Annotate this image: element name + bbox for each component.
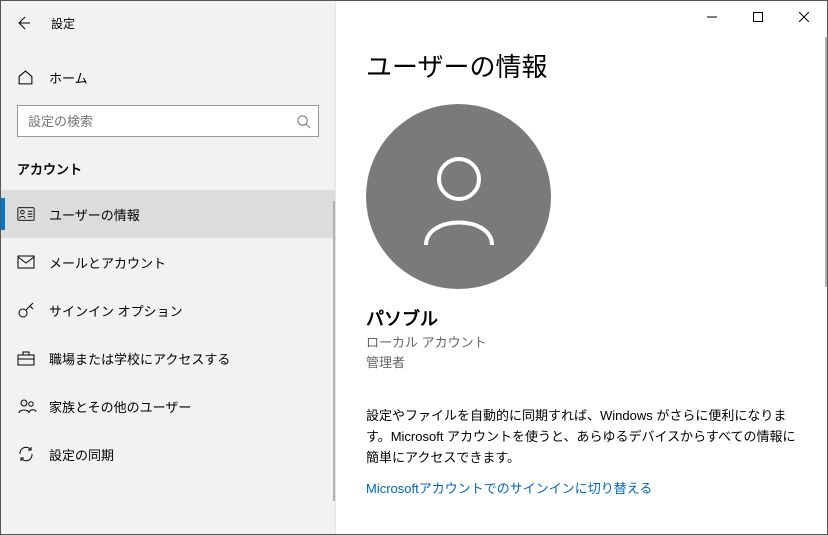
content-pane: ユーザーの情報 パソブル ローカル アカウント 管理者 設定やファイルを自動的に… — [336, 1, 827, 534]
people-icon — [17, 398, 41, 414]
search-container — [17, 105, 319, 137]
category-header: アカウント — [1, 137, 335, 190]
sidebar-item-signin-options[interactable]: サインイン オプション — [1, 286, 335, 334]
sidebar-item-family-users[interactable]: 家族とその他のユーザー — [1, 382, 335, 430]
mail-icon — [17, 255, 41, 269]
info-paragraph: 設定やファイルを自動的に同期すれば、Windows がさらに便利になります。Mi… — [366, 406, 797, 468]
back-button[interactable] — [1, 1, 45, 45]
titlebar: 設定 — [1, 1, 335, 45]
search-input[interactable] — [17, 105, 319, 137]
home-icon — [17, 69, 41, 86]
sidebar-item-label: メールとアカウント — [41, 253, 166, 272]
user-silhouette-icon — [414, 147, 504, 247]
key-icon — [17, 301, 41, 319]
sidebar-item-work-school[interactable]: 職場または学校にアクセスする — [1, 334, 335, 382]
sidebar-item-email-accounts[interactable]: メールとアカウント — [1, 238, 335, 286]
sidebar-item-label: ユーザーの情報 — [41, 205, 140, 224]
sidebar: 設定 ホーム アカウント ユーザーの情報 — [1, 1, 336, 534]
home-label: ホーム — [41, 68, 88, 87]
user-role: 管理者 — [366, 353, 797, 373]
window-title: 設定 — [45, 15, 75, 32]
sidebar-item-label: サインイン オプション — [41, 301, 183, 320]
user-name: パソブル — [366, 305, 797, 331]
switch-to-ms-account-link[interactable]: Microsoftアカウントでのサインインに切り替える — [366, 478, 652, 497]
sidebar-item-label: 家族とその他のユーザー — [41, 397, 191, 416]
user-card-icon — [17, 205, 41, 223]
sidebar-item-user-info[interactable]: ユーザーの情報 — [1, 190, 335, 238]
sidebar-item-label: 設定の同期 — [41, 445, 114, 464]
briefcase-icon — [17, 350, 41, 366]
sidebar-item-label: 職場または学校にアクセスする — [41, 349, 230, 368]
sync-icon — [17, 445, 41, 463]
content: ユーザーの情報 パソブル ローカル アカウント 管理者 設定やファイルを自動的に… — [336, 1, 827, 534]
sidebar-item-sync-settings[interactable]: 設定の同期 — [1, 430, 335, 478]
avatar — [366, 104, 551, 289]
scrollbar[interactable] — [825, 37, 827, 287]
back-arrow-icon — [15, 15, 31, 31]
home-button[interactable]: ホーム — [1, 57, 335, 97]
page-title: ユーザーの情報 — [366, 47, 797, 84]
scrollbar[interactable] — [333, 201, 335, 501]
user-account-type: ローカル アカウント — [366, 333, 797, 353]
